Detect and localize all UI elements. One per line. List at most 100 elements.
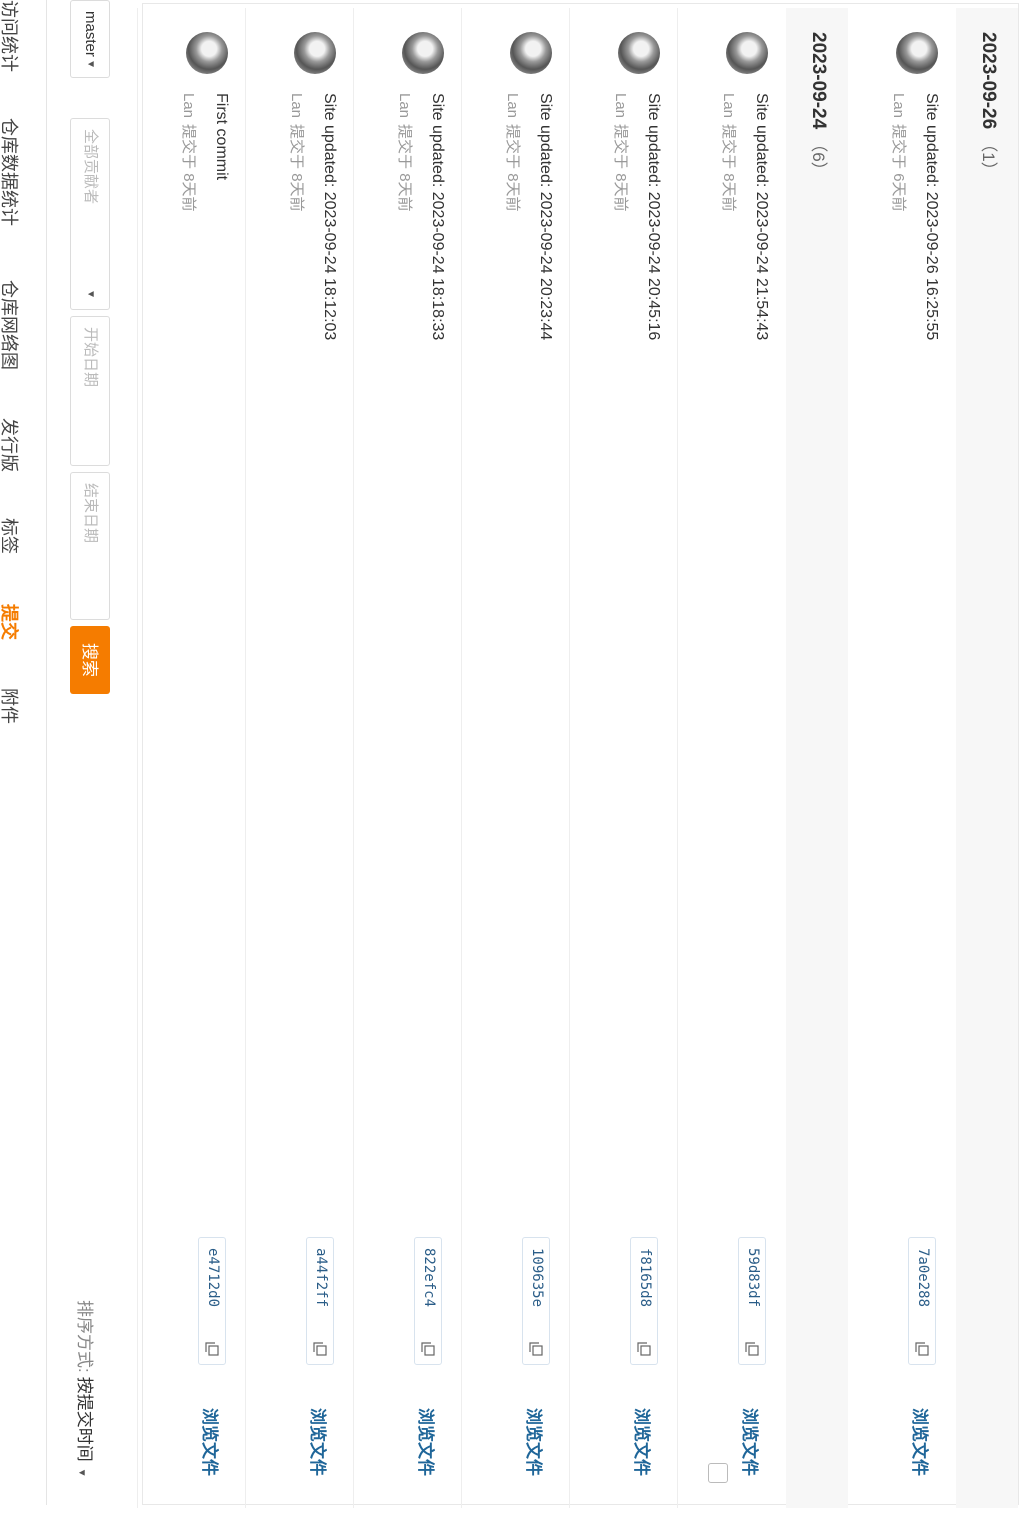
copy-icon[interactable] [313, 1342, 327, 1356]
avatar[interactable] [294, 32, 336, 74]
commit-sha-box: 822efc4 [414, 1237, 442, 1365]
commit-meta: Lan 提交于 8天前 [503, 93, 524, 212]
tab-tags[interactable]: 标签 [0, 518, 21, 554]
commit-row: Site updated: 2023-09-24 20:23:44 Lan 提交于… [461, 8, 570, 1508]
commit-group-count: （1） [979, 135, 998, 179]
chevron-down-icon: ▼ [85, 289, 96, 299]
commit-message[interactable]: First commit [212, 93, 230, 180]
start-date-placeholder: 开始日期 [82, 327, 99, 388]
commit-row: Site updated: 2023-09-26 16:25:55 Lan 提交于… [847, 8, 956, 1508]
branch-select[interactable]: master ▼ [70, 0, 110, 78]
commit-sha-box: a44f2ff [306, 1237, 334, 1365]
commit-author[interactable]: Lan [612, 93, 629, 118]
commit-group-date: 2023-09-26（1） [978, 32, 999, 179]
tab-releases[interactable]: 发行版 [0, 418, 21, 472]
commit-meta: Lan 提交于 8天前 [287, 93, 308, 212]
browse-files-link[interactable]: 浏览文件 [415, 1408, 440, 1476]
tab-network-graph[interactable]: 仓库网络图 [0, 280, 21, 370]
commit-meta: Lan 提交于 8天前 [611, 93, 632, 212]
commit-sha-box: 109635e [522, 1237, 550, 1365]
commit-author[interactable]: Lan [396, 93, 413, 118]
commit-sha[interactable]: 7a0e288 [915, 1248, 931, 1307]
tab-visit-stats[interactable]: 访问统计 [0, 0, 21, 72]
commit-group-header: 2023-09-26（1） [956, 8, 1018, 1508]
commit-time: 提交于 6天前 [890, 124, 907, 212]
end-date-input[interactable]: 结束日期 [70, 472, 110, 620]
commit-select-checkbox[interactable] [708, 1463, 728, 1483]
commit-sha[interactable]: 59d83df [745, 1248, 761, 1307]
browse-files-link[interactable]: 浏览文件 [739, 1408, 764, 1476]
chevron-down-icon: ▼ [85, 59, 96, 69]
copy-icon[interactable] [529, 1342, 543, 1356]
browse-files-link[interactable]: 浏览文件 [199, 1408, 224, 1476]
browse-files-link[interactable]: 浏览文件 [631, 1408, 656, 1476]
commit-sha-box: 59d83df [738, 1237, 766, 1365]
copy-icon[interactable] [915, 1342, 929, 1356]
commit-meta: Lan 提交于 6天前 [889, 93, 910, 212]
commit-author[interactable]: Lan [180, 93, 197, 118]
commit-sha-box: 7a0e288 [908, 1237, 936, 1365]
start-date-input[interactable]: 开始日期 [70, 316, 110, 466]
commit-message[interactable]: Site updated: 2023-09-24 18:18:33 [428, 93, 446, 340]
commit-message[interactable]: Site updated: 2023-09-24 18:12:03 [320, 93, 338, 340]
commit-message[interactable]: Site updated: 2023-09-24 21:54:43 [752, 93, 770, 340]
commit-message[interactable]: Site updated: 2023-09-26 16:25:55 [922, 93, 940, 340]
commit-sha-box: e4712d0 [198, 1237, 226, 1365]
search-button[interactable]: 搜索 [70, 626, 110, 694]
tab-attachments[interactable]: 附件 [0, 688, 21, 724]
avatar[interactable] [510, 32, 552, 74]
browse-files-link[interactable]: 浏览文件 [909, 1408, 934, 1476]
commit-time: 提交于 8天前 [180, 124, 197, 212]
contributor-select[interactable]: 全部贡献者 ▼ [70, 118, 110, 310]
commit-message[interactable]: Site updated: 2023-09-24 20:45:16 [644, 93, 662, 340]
commit-author[interactable]: Lan [288, 93, 305, 118]
commit-sha[interactable]: a44f2ff [313, 1248, 329, 1307]
chevron-down-icon: ▼ [76, 1467, 87, 1478]
commit-list: 2023-09-26（1） Site updated: 2023-09-26 1… [137, 3, 1019, 1508]
sort-label: 排序方式: [75, 1300, 94, 1373]
avatar[interactable] [896, 32, 938, 74]
commit-meta: Lan 提交于 8天前 [179, 93, 200, 212]
tab-repo-stats[interactable]: 仓库数据统计 [0, 118, 21, 226]
commit-message[interactable]: Site updated: 2023-09-24 20:23:44 [536, 93, 554, 340]
copy-icon[interactable] [637, 1342, 651, 1356]
commit-group-header: 2023-09-24（6） [786, 8, 848, 1508]
copy-icon[interactable] [205, 1342, 219, 1356]
commit-time: 提交于 8天前 [288, 124, 305, 212]
tab-divider [46, 0, 47, 1505]
commit-sha[interactable]: e4712d0 [205, 1248, 221, 1307]
commit-author[interactable]: Lan [504, 93, 521, 118]
commit-sha[interactable]: 822efc4 [421, 1248, 437, 1307]
commit-time: 提交于 8天前 [396, 124, 413, 212]
contributor-select-placeholder: 全部贡献者 [82, 129, 99, 205]
commit-sha[interactable]: 109635e [529, 1248, 545, 1307]
browse-files-link[interactable]: 浏览文件 [523, 1408, 548, 1476]
sort-select[interactable]: 排序方式: 按提交时间 ▼ [74, 1300, 99, 1478]
commit-meta: Lan 提交于 8天前 [395, 93, 416, 212]
sort-value: 按提交时间 [75, 1376, 94, 1462]
avatar[interactable] [618, 32, 660, 74]
commit-author[interactable]: Lan [720, 93, 737, 118]
commit-sha-box: f8165d8 [630, 1237, 658, 1365]
avatar[interactable] [186, 32, 228, 74]
commit-sha[interactable]: f8165d8 [637, 1248, 653, 1307]
commits-page: 访问统计 仓库数据统计 仓库网络图 发行版 标签 提交 附件 master ▼ … [0, 0, 1019, 1528]
commit-time: 提交于 8天前 [612, 124, 629, 212]
tab-commits[interactable]: 提交 [0, 604, 21, 640]
browse-files-link[interactable]: 浏览文件 [307, 1408, 332, 1476]
end-date-placeholder: 结束日期 [82, 483, 99, 544]
avatar[interactable] [402, 32, 444, 74]
commit-author[interactable]: Lan [890, 93, 907, 118]
avatar[interactable] [726, 32, 768, 74]
commit-time: 提交于 8天前 [504, 124, 521, 212]
copy-icon[interactable] [421, 1342, 435, 1356]
copy-icon[interactable] [745, 1342, 759, 1356]
commit-row: First commit Lan 提交于 8天前 e4712d0 浏览文件 [137, 8, 246, 1508]
commit-group-date: 2023-09-24（6） [808, 32, 829, 179]
commit-row: Site updated: 2023-09-24 18:18:33 Lan 提交于… [353, 8, 462, 1508]
commit-row: Site updated: 2023-09-24 21:54:43 Lan 提交于… [677, 8, 786, 1508]
commit-row: Site updated: 2023-09-24 18:12:03 Lan 提交于… [245, 8, 354, 1508]
commit-row: Site updated: 2023-09-24 20:45:16 Lan 提交于… [569, 8, 678, 1508]
branch-select-value: master [82, 11, 99, 57]
commit-meta: Lan 提交于 8天前 [719, 93, 740, 212]
